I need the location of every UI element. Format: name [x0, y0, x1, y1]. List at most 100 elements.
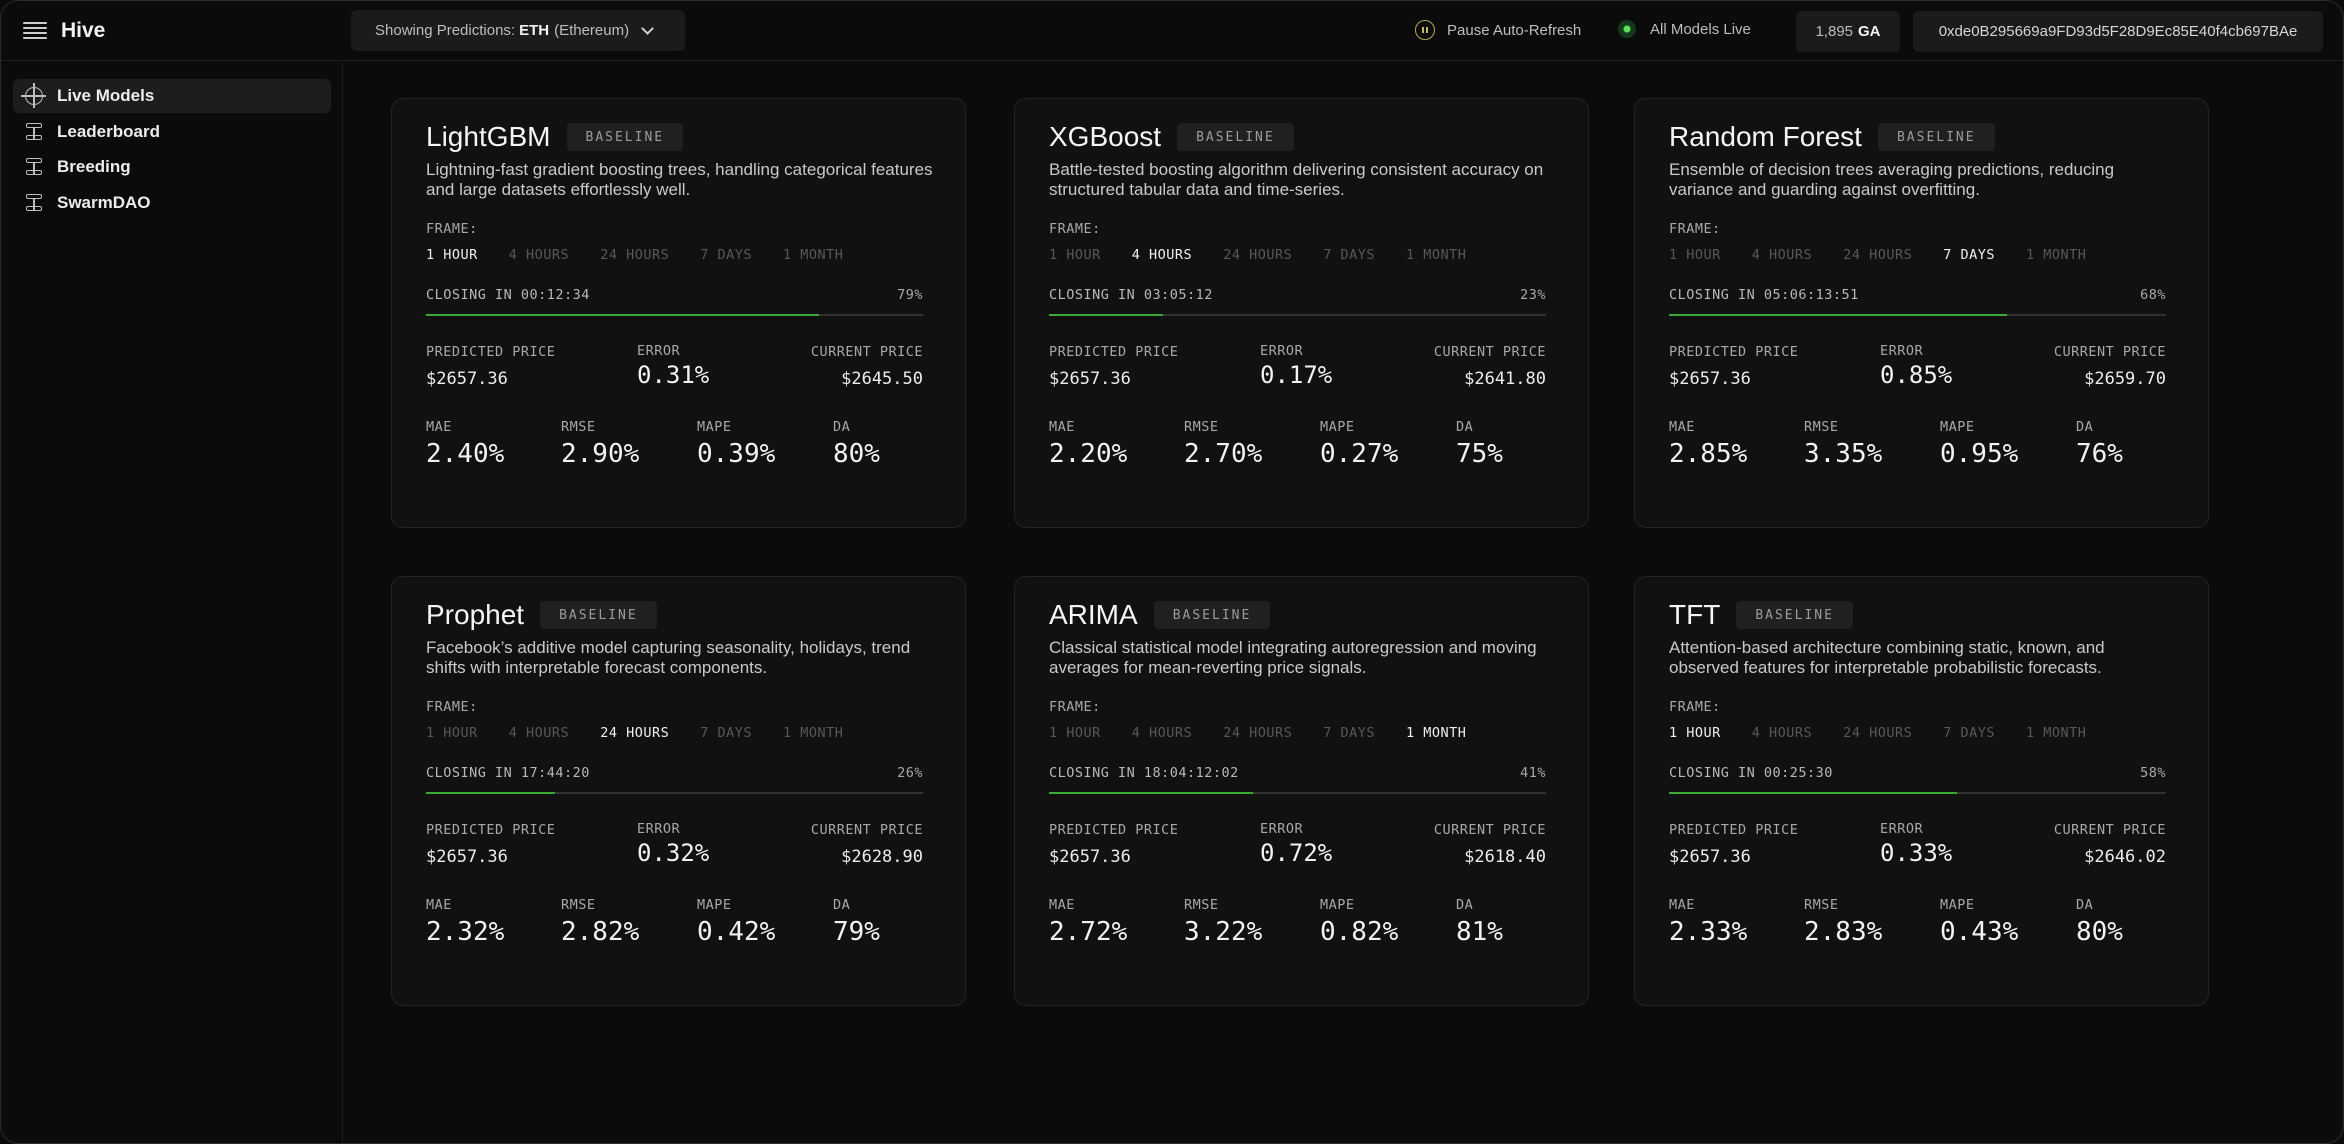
frame-tab[interactable]: 1 HOUR [1049, 247, 1101, 263]
frame-tab[interactable]: 7 DAYS [700, 247, 752, 263]
model-name: LightGBM [426, 121, 551, 152]
error-value: 0.72% [1260, 839, 1333, 867]
sidebar-item-breeding[interactable]: Breeding [13, 150, 331, 184]
closing-row: CLOSING IN 03:05:12 23% [1049, 287, 1546, 303]
frame-tab[interactable]: 7 DAYS [1323, 725, 1375, 741]
wallet-address: 0xde0B295669a9FD93d5F28D9Ec85E40f4cb697B… [1938, 23, 2298, 40]
frame-tab[interactable]: 24 HOURS [600, 247, 669, 263]
da-label: DA [833, 419, 851, 435]
rmse-label: RMSE [561, 897, 596, 913]
frame-tab[interactable]: 7 DAYS [1323, 247, 1375, 263]
progress-percent: 23% [1520, 287, 1546, 303]
current-price-label: CURRENT PRICE [1433, 822, 1546, 838]
model-card: ARIMA BASELINE Classical statistical model… [1014, 576, 1589, 1006]
model-badge: BASELINE [1877, 123, 1995, 151]
frame-tab[interactable]: 4 HOURS [509, 725, 569, 741]
progress-track [426, 314, 923, 316]
progress-percent: 41% [1520, 765, 1546, 781]
progress-fill [1049, 314, 1164, 316]
brand[interactable]: Hive [23, 19, 105, 43]
frame-tab[interactable]: 4 HOURS [1752, 725, 1812, 741]
asset-selector[interactable]: Showing Predictions: ETH (Ethereum) [351, 10, 685, 51]
model-badge: BASELINE [1153, 601, 1271, 629]
frame-tabs: 1 HOUR 4 HOURS 24 HOURS 7 DAYS 1 MONTH [426, 725, 843, 741]
frame-tab[interactable]: 4 HOURS [1132, 725, 1192, 741]
current-price-value: $2628.90 [841, 847, 923, 867]
frame-tab[interactable]: 4 HOURS [1132, 247, 1192, 263]
current-price-value: $2659.70 [2084, 369, 2166, 389]
model-badge: BASELINE [1177, 123, 1294, 151]
mae-value: 2.85% [1669, 439, 1748, 469]
rmse-value: 3.35% [1804, 439, 1883, 469]
selector-asset: ETH [519, 22, 550, 39]
mae-label: MAE [426, 419, 452, 435]
frame-label: FRAME: [1669, 699, 1721, 715]
rmse-value: 2.82% [561, 917, 640, 947]
frame-tab[interactable]: 1 HOUR [1049, 725, 1101, 741]
da-label: DA [2076, 419, 2094, 435]
frame-tab[interactable]: 1 MONTH [2026, 725, 2086, 741]
frame-tab[interactable]: 1 HOUR [426, 247, 478, 263]
frame-tab[interactable]: 7 DAYS [1943, 725, 1995, 741]
closing-countdown: CLOSING IN 18:04:12:02 [1049, 765, 1239, 781]
pause-auto-refresh-button[interactable]: Pause Auto-Refresh [1415, 20, 1581, 40]
frame-tab[interactable]: 24 HOURS [1843, 725, 1912, 741]
frame-tab[interactable]: 24 HOURS [1223, 247, 1292, 263]
predicted-price-value: $2657.36 [1049, 847, 1131, 867]
frame-tab[interactable]: 1 HOUR [1669, 725, 1721, 741]
frame-tab[interactable]: 1 MONTH [783, 247, 843, 263]
closing-countdown: CLOSING IN 17:44:20 [426, 765, 590, 781]
model-card: TFT BASELINE Attention-based architecture … [1634, 576, 2209, 1006]
frame-tab[interactable]: 1 MONTH [1406, 725, 1466, 741]
ga-balance[interactable]: 1,895 GA [1796, 11, 1900, 52]
frame-tab[interactable]: 24 HOURS [600, 725, 669, 741]
frame-tab[interactable]: 1 MONTH [2026, 247, 2086, 263]
progress-percent: 58% [2140, 765, 2166, 781]
ga-value: 1,895 [1815, 23, 1854, 40]
menu-icon[interactable] [23, 20, 47, 42]
error-label: ERROR [637, 821, 681, 837]
frame-label: FRAME: [426, 699, 478, 715]
frame-tab[interactable]: 7 DAYS [700, 725, 752, 741]
da-value: 76% [2076, 439, 2123, 469]
frame-tab[interactable]: 1 HOUR [426, 725, 478, 741]
sidebar-item-live-models[interactable]: Live Models [13, 79, 331, 113]
model-card-header: TFT BASELINE [1669, 599, 1853, 631]
frame-tab[interactable]: 4 HOURS [1752, 247, 1812, 263]
progress-track [1049, 792, 1546, 794]
da-label: DA [1456, 897, 1474, 913]
model-card: Random Forest BASELINE Ensemble of decisio… [1634, 98, 2209, 528]
current-price-value: $2618.40 [1464, 847, 1546, 867]
sidebar-item-label: Leaderboard [57, 121, 160, 141]
current-price-label: CURRENT PRICE [2053, 344, 2166, 360]
error-value: 0.17% [1260, 361, 1333, 389]
frame-tab[interactable]: 7 DAYS [1943, 247, 1995, 263]
frame-tab[interactable]: 24 HOURS [1223, 725, 1292, 741]
frame-tab[interactable]: 24 HOURS [1843, 247, 1912, 263]
top-bar: Hive Showing Predictions: ETH (Ethereum)… [1, 1, 2343, 61]
rmse-label: RMSE [1804, 419, 1839, 435]
error-label: ERROR [1260, 343, 1304, 359]
sidebar-item-swarmdao[interactable]: SwarmDAO [13, 186, 331, 220]
frame-tabs: 1 HOUR 4 HOURS 24 HOURS 7 DAYS 1 MONTH [1049, 725, 1466, 741]
predicted-price-label: PREDICTED PRICE [426, 822, 556, 838]
error-label: ERROR [1880, 343, 1924, 359]
mae-value: 2.33% [1669, 917, 1748, 947]
wallet-address-button[interactable]: 0xde0B295669a9FD93d5F28D9Ec85E40f4cb697B… [1913, 11, 2323, 52]
da-value: 80% [833, 439, 880, 469]
progress-fill [426, 792, 556, 794]
frame-tab[interactable]: 4 HOURS [509, 247, 569, 263]
frame-label: FRAME: [1049, 221, 1101, 237]
frame-tab[interactable]: 1 MONTH [783, 725, 843, 741]
predicted-price-value: $2657.36 [426, 369, 508, 389]
rmse-label: RMSE [1184, 897, 1219, 913]
frame-tab[interactable]: 1 MONTH [1406, 247, 1466, 263]
frame-tab[interactable]: 1 HOUR [1669, 247, 1721, 263]
frame-label: FRAME: [1669, 221, 1721, 237]
progress-percent: 79% [897, 287, 923, 303]
sidebar-item-leaderboard[interactable]: Leaderboard [13, 115, 331, 149]
rmse-label: RMSE [1804, 897, 1839, 913]
stack-icon [25, 193, 43, 212]
mae-label: MAE [1669, 419, 1695, 435]
pause-label: Pause Auto-Refresh [1447, 21, 1582, 39]
